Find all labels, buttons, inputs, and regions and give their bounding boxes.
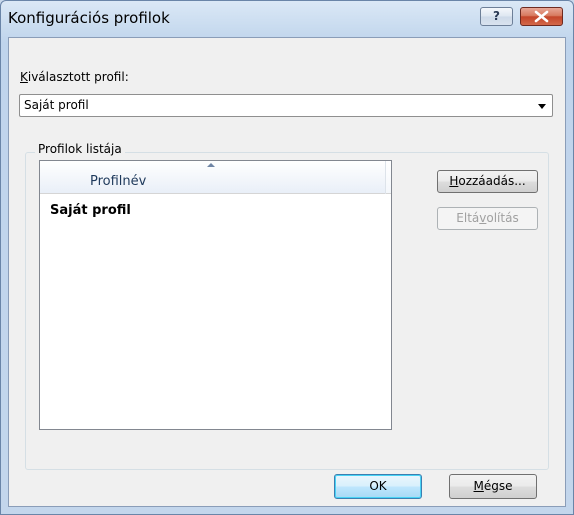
column-header-label: Profilnév	[90, 174, 147, 189]
help-button[interactable]: ?	[480, 7, 513, 26]
profiles-listview[interactable]: Profilnév Saját profil	[39, 160, 392, 430]
help-icon: ?	[493, 9, 500, 23]
list-item[interactable]: Saját profil	[50, 203, 131, 218]
window-title: Konfigurációs profilok	[8, 9, 170, 27]
selected-profile-combobox[interactable]: Saját profil	[19, 94, 553, 117]
dialog-window: Konfigurációs profilok ? Kiválasztott pr…	[0, 0, 574, 515]
dialog-client-area: Kiválasztott profil: Saját profil Profil…	[8, 37, 566, 507]
profiles-group-legend: Profilok listája	[35, 142, 125, 156]
add-profile-button[interactable]: Hozzáadás...	[437, 170, 538, 193]
cancel-button[interactable]: Mégse	[449, 474, 537, 499]
close-button[interactable]	[520, 7, 563, 26]
selected-profile-value: Saját profil	[24, 98, 89, 112]
chevron-down-icon[interactable]	[538, 104, 546, 109]
sort-ascending-icon	[207, 163, 215, 167]
ok-button[interactable]: OK	[334, 474, 422, 499]
column-header-profile-name[interactable]: Profilnév	[40, 161, 386, 194]
selected-profile-label: Kiválasztott profil:	[20, 70, 129, 84]
profiles-list-header: Profilnév	[40, 161, 386, 194]
remove-profile-button[interactable]: Eltávolítás	[437, 207, 538, 230]
header-filler	[386, 161, 391, 194]
close-x-icon	[534, 10, 549, 23]
